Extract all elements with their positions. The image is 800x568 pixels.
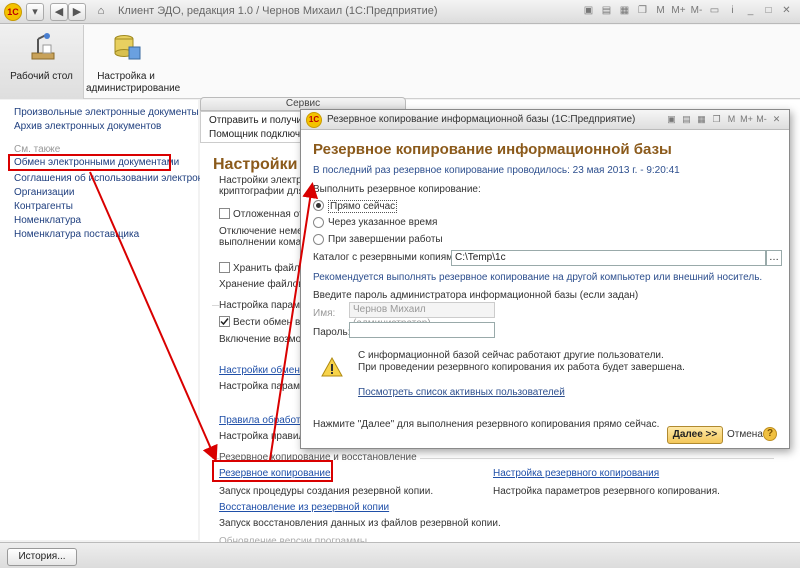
save-icon[interactable]: ▣ — [665, 112, 678, 127]
radio-on-exit[interactable] — [313, 234, 324, 245]
radio-scheduled-label[interactable]: Через указанное время — [328, 217, 437, 228]
nav-item-supplier-nomenclature[interactable]: Номенклатура поставщика — [14, 229, 139, 240]
window-title: Клиент ЭДО, редакция 1.0 / Чернов Михаил… — [118, 5, 438, 17]
nav-item-agreements[interactable]: Соглашения об использовании электрон... — [14, 173, 212, 184]
dialog-title: Резервное копирование информационной баз… — [327, 114, 636, 125]
app-logo-icon[interactable]: 1C — [4, 3, 22, 21]
hint-text: Нажмите "Далее" для выполнения резервног… — [313, 419, 660, 430]
name-field: Чернов Михаил (администратор) — [349, 302, 495, 329]
nav-item-organizations[interactable]: Организации — [14, 187, 74, 198]
back-button[interactable]: ◀ — [50, 3, 68, 21]
backup-desc: Запуск процедуры создания резервной копи… — [219, 486, 434, 497]
radio-scheduled[interactable] — [313, 217, 324, 228]
dialog-heading: Резервное копирование информационной баз… — [313, 141, 672, 158]
settings-text: Хранить файлы — [233, 263, 307, 274]
memory-mminus-icon[interactable]: M- — [689, 3, 704, 19]
forward-button[interactable]: ▶ — [68, 3, 86, 21]
warning-line-2: При проведении резервного копирования их… — [358, 362, 685, 373]
store-files-checkbox[interactable] — [219, 262, 230, 273]
radio-on-exit-label[interactable]: При завершении работы — [328, 234, 443, 245]
password-prompt: Введите пароль администратора информацио… — [313, 290, 639, 301]
close-icon[interactable]: ✕ — [770, 112, 783, 127]
database-settings-icon — [114, 35, 141, 60]
settings-text: выполнении команд — [219, 237, 313, 248]
main-titlebar: 1C ▾ ◀ ▶ ⌂ Клиент ЭДО, редакция 1.0 / Че… — [0, 0, 800, 24]
nav-item-archive[interactable]: Архив электронных документов — [14, 121, 161, 132]
memory-m-icon[interactable]: M — [725, 112, 738, 127]
close-icon[interactable]: ✕ — [779, 3, 794, 19]
copy-icon[interactable]: ❐ — [635, 3, 650, 19]
calendar-icon[interactable]: ▦ — [617, 3, 632, 19]
minimize-icon[interactable]: _ — [743, 3, 758, 19]
maximize-icon[interactable]: □ — [761, 3, 776, 19]
copy-icon[interactable]: ❐ — [710, 112, 723, 127]
memory-mplus-icon[interactable]: M+ — [671, 3, 686, 19]
print-icon[interactable]: ▤ — [680, 112, 693, 127]
status-footer: История... — [0, 542, 800, 568]
processing-rules-link[interactable]: Правила обработки — [219, 415, 310, 426]
cancel-button[interactable]: Отмена — [727, 429, 763, 440]
restore-desc: Запуск восстановления данных из файлов р… — [219, 518, 501, 529]
settings-text: Настройки электрон — [219, 175, 313, 186]
warning-line-1: С информационной базой сейчас работают д… — [358, 350, 664, 361]
section-desktop[interactable]: Рабочий стол — [0, 25, 84, 99]
settings-text: криптографии для э — [219, 186, 312, 197]
annotation-box-exchange — [8, 154, 171, 171]
browse-button[interactable]: … — [766, 250, 782, 266]
settings-text: Настройка правил о — [219, 431, 313, 442]
backup-dialog: 1C Резервное копирование информационной … — [300, 109, 790, 449]
nav-item-nomenclature[interactable]: Номенклатура — [14, 215, 81, 226]
sections-panel: Рабочий стол Настройка и администрирован… — [0, 25, 800, 99]
section-settings-admin[interactable]: Настройка и администрирование — [86, 25, 181, 99]
dialog-title-tools: ▣ ▤ ▦ ❐ M M+ M- ✕ — [665, 112, 783, 127]
nav-item-counterparties[interactable]: Контрагенты — [14, 201, 73, 212]
next-button[interactable]: Далее >> — [667, 426, 723, 444]
section-settings-admin-label: Настройка и администрирование — [86, 71, 181, 94]
last-backup-info: В последний раз резервное копирование пр… — [313, 165, 680, 176]
dialog-logo-icon: 1C — [306, 112, 322, 128]
password-label: Пароль: — [313, 327, 351, 338]
memory-mminus-icon[interactable]: M- — [755, 112, 768, 127]
radio-now[interactable] — [313, 200, 324, 211]
help-button[interactable]: ? — [763, 427, 777, 441]
backup-settings-desc: Настройка параметров резервного копирова… — [493, 486, 720, 497]
restore-link[interactable]: Восстановление из резервной копии — [219, 502, 389, 513]
dialog-body: Резервное копирование информационной баз… — [301, 131, 789, 448]
memory-m-icon[interactable]: M — [653, 3, 668, 19]
backup-settings-link[interactable]: Настройка резервного копирования — [493, 468, 659, 479]
section-desktop-label: Рабочий стол — [10, 71, 73, 82]
active-users-link[interactable]: Посмотреть список активных пользователей — [358, 387, 565, 398]
dialog-titlebar: 1C Резервное копирование информационной … — [301, 110, 789, 130]
memory-mplus-icon[interactable]: M+ — [740, 112, 753, 127]
window-icon[interactable]: ▭ — [707, 3, 722, 19]
exchange-checkbox[interactable] — [219, 316, 230, 327]
nav-item-arbitrary-docs[interactable]: Произвольные электронные документы — [14, 107, 199, 118]
password-field[interactable] — [349, 322, 495, 338]
check-icon — [220, 318, 229, 326]
save-icon[interactable]: ▣ — [581, 3, 596, 19]
info-icon[interactable]: i — [725, 3, 740, 19]
catalog-label: Каталог с резервными копиями: — [313, 252, 462, 263]
calendar-icon[interactable]: ▦ — [695, 112, 708, 127]
recommend-text: Рекомендуется выполнять резервное копиро… — [313, 272, 763, 283]
desk-lamp-icon — [31, 33, 54, 60]
name-label: Имя: — [313, 308, 336, 319]
perform-label: Выполнить резервное копирование: — [313, 184, 481, 195]
settings-text: Включение возмож — [219, 334, 308, 345]
home-icon[interactable]: ⌂ — [92, 3, 110, 21]
radio-now-label[interactable]: Прямо сейчас — [328, 200, 398, 213]
catalog-field[interactable]: C:\Temp\1c — [451, 250, 766, 266]
print-icon[interactable]: ▤ — [599, 3, 614, 19]
titlebar-tools: ▣ ▤ ▦ ❐ M M+ M- ▭ i _ □ ✕ — [581, 3, 794, 19]
annotation-box-backup — [212, 460, 333, 482]
main-menu-button[interactable]: ▾ — [26, 3, 44, 21]
warning-icon — [321, 357, 343, 377]
history-button[interactable]: История... — [7, 548, 77, 566]
deferred-send-checkbox[interactable] — [219, 208, 230, 219]
